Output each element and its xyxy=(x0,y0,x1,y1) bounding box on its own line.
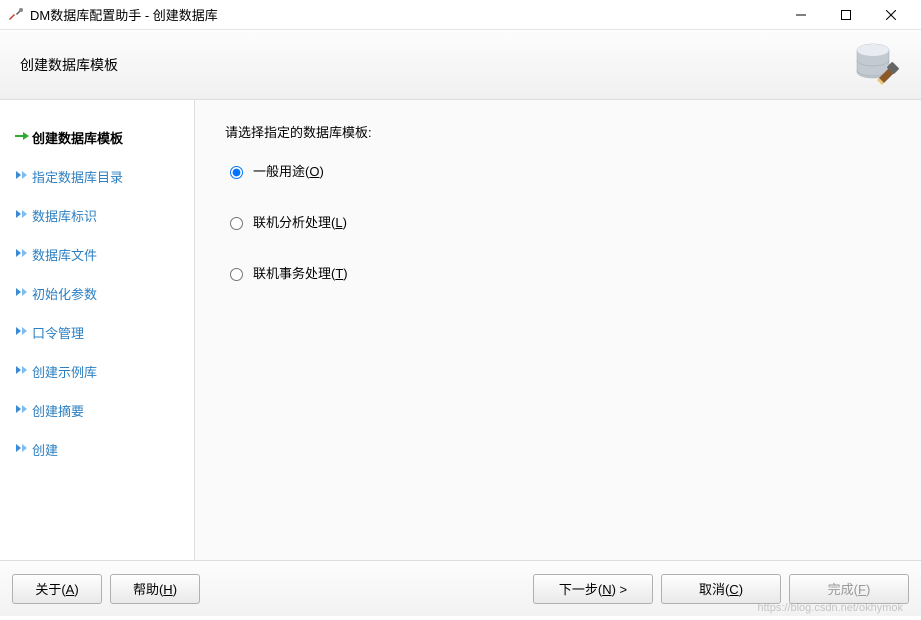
template-radio-l[interactable] xyxy=(230,217,243,230)
wizard-step-label: 初始化参数 xyxy=(32,284,97,303)
minimize-button[interactable] xyxy=(778,0,823,30)
help-label: 帮助(H) xyxy=(133,582,177,597)
wizard-step-4[interactable]: 初始化参数 xyxy=(10,274,184,313)
database-tools-icon xyxy=(851,40,901,90)
wizard-step-8[interactable]: 创建 xyxy=(10,430,184,469)
minimize-icon xyxy=(796,10,806,20)
wizard-step-label: 数据库文件 xyxy=(32,245,97,264)
wizard-step-6[interactable]: 创建示例库 xyxy=(10,352,184,391)
window-title: DM数据库配置助手 - 创建数据库 xyxy=(30,5,778,24)
arrow-icon xyxy=(14,325,32,340)
close-icon xyxy=(886,10,896,20)
close-button[interactable] xyxy=(868,0,913,30)
wizard-step-label: 指定数据库目录 xyxy=(32,167,123,186)
next-button[interactable]: 下一步(N) > xyxy=(533,574,653,604)
template-option-label[interactable]: 一般用途(O) xyxy=(253,161,324,180)
template-option-label[interactable]: 联机分析处理(L) xyxy=(253,212,347,231)
arrow-icon xyxy=(14,286,32,301)
cancel-button[interactable]: 取消(C) xyxy=(661,574,781,604)
about-label: 关于(A) xyxy=(35,582,78,597)
template-radio-o[interactable] xyxy=(230,166,243,179)
finish-button[interactable]: 完成(F) xyxy=(789,574,909,604)
wizard-step-2[interactable]: 数据库标识 xyxy=(10,196,184,235)
app-icon xyxy=(8,7,24,23)
wizard-step-7[interactable]: 创建摘要 xyxy=(10,391,184,430)
wizard-step-label: 口令管理 xyxy=(32,323,84,342)
maximize-button[interactable] xyxy=(823,0,868,30)
help-button[interactable]: 帮助(H) xyxy=(110,574,200,604)
arrow-icon xyxy=(14,403,32,418)
template-option-row: 一般用途(O) xyxy=(225,161,891,180)
wizard-step-0[interactable]: 创建数据库模板 xyxy=(10,118,184,157)
about-button[interactable]: 关于(A) xyxy=(12,574,102,604)
cancel-label: 取消(C) xyxy=(699,582,743,597)
template-option-row: 联机事务处理(T) xyxy=(225,263,891,282)
wizard-step-label: 创建 xyxy=(32,440,58,459)
template-prompt: 请选择指定的数据库模板: xyxy=(225,122,891,141)
finish-label: 完成(F) xyxy=(828,582,871,597)
wizard-step-label: 数据库标识 xyxy=(32,206,97,225)
arrow-icon xyxy=(14,169,32,184)
wizard-step-label: 创建示例库 xyxy=(32,362,97,381)
next-label: 下一步(N) > xyxy=(559,582,627,597)
wizard-step-label: 创建摘要 xyxy=(32,401,84,420)
wizard-step-3[interactable]: 数据库文件 xyxy=(10,235,184,274)
template-radio-t[interactable] xyxy=(230,268,243,281)
wizard-step-label: 创建数据库模板 xyxy=(32,128,123,147)
wizard-steps-sidebar: 创建数据库模板指定数据库目录数据库标识数据库文件初始化参数口令管理创建示例库创建… xyxy=(0,100,195,560)
arrow-icon xyxy=(14,442,32,457)
wizard-step-1[interactable]: 指定数据库目录 xyxy=(10,157,184,196)
wizard-step-5[interactable]: 口令管理 xyxy=(10,313,184,352)
maximize-icon xyxy=(841,10,851,20)
template-option-label[interactable]: 联机事务处理(T) xyxy=(253,263,348,282)
arrow-icon xyxy=(14,364,32,379)
arrow-icon xyxy=(14,208,32,223)
template-option-row: 联机分析处理(L) xyxy=(225,212,891,231)
page-title: 创建数据库模板 xyxy=(20,55,851,75)
arrow-active-icon xyxy=(14,130,32,145)
arrow-icon xyxy=(14,247,32,262)
